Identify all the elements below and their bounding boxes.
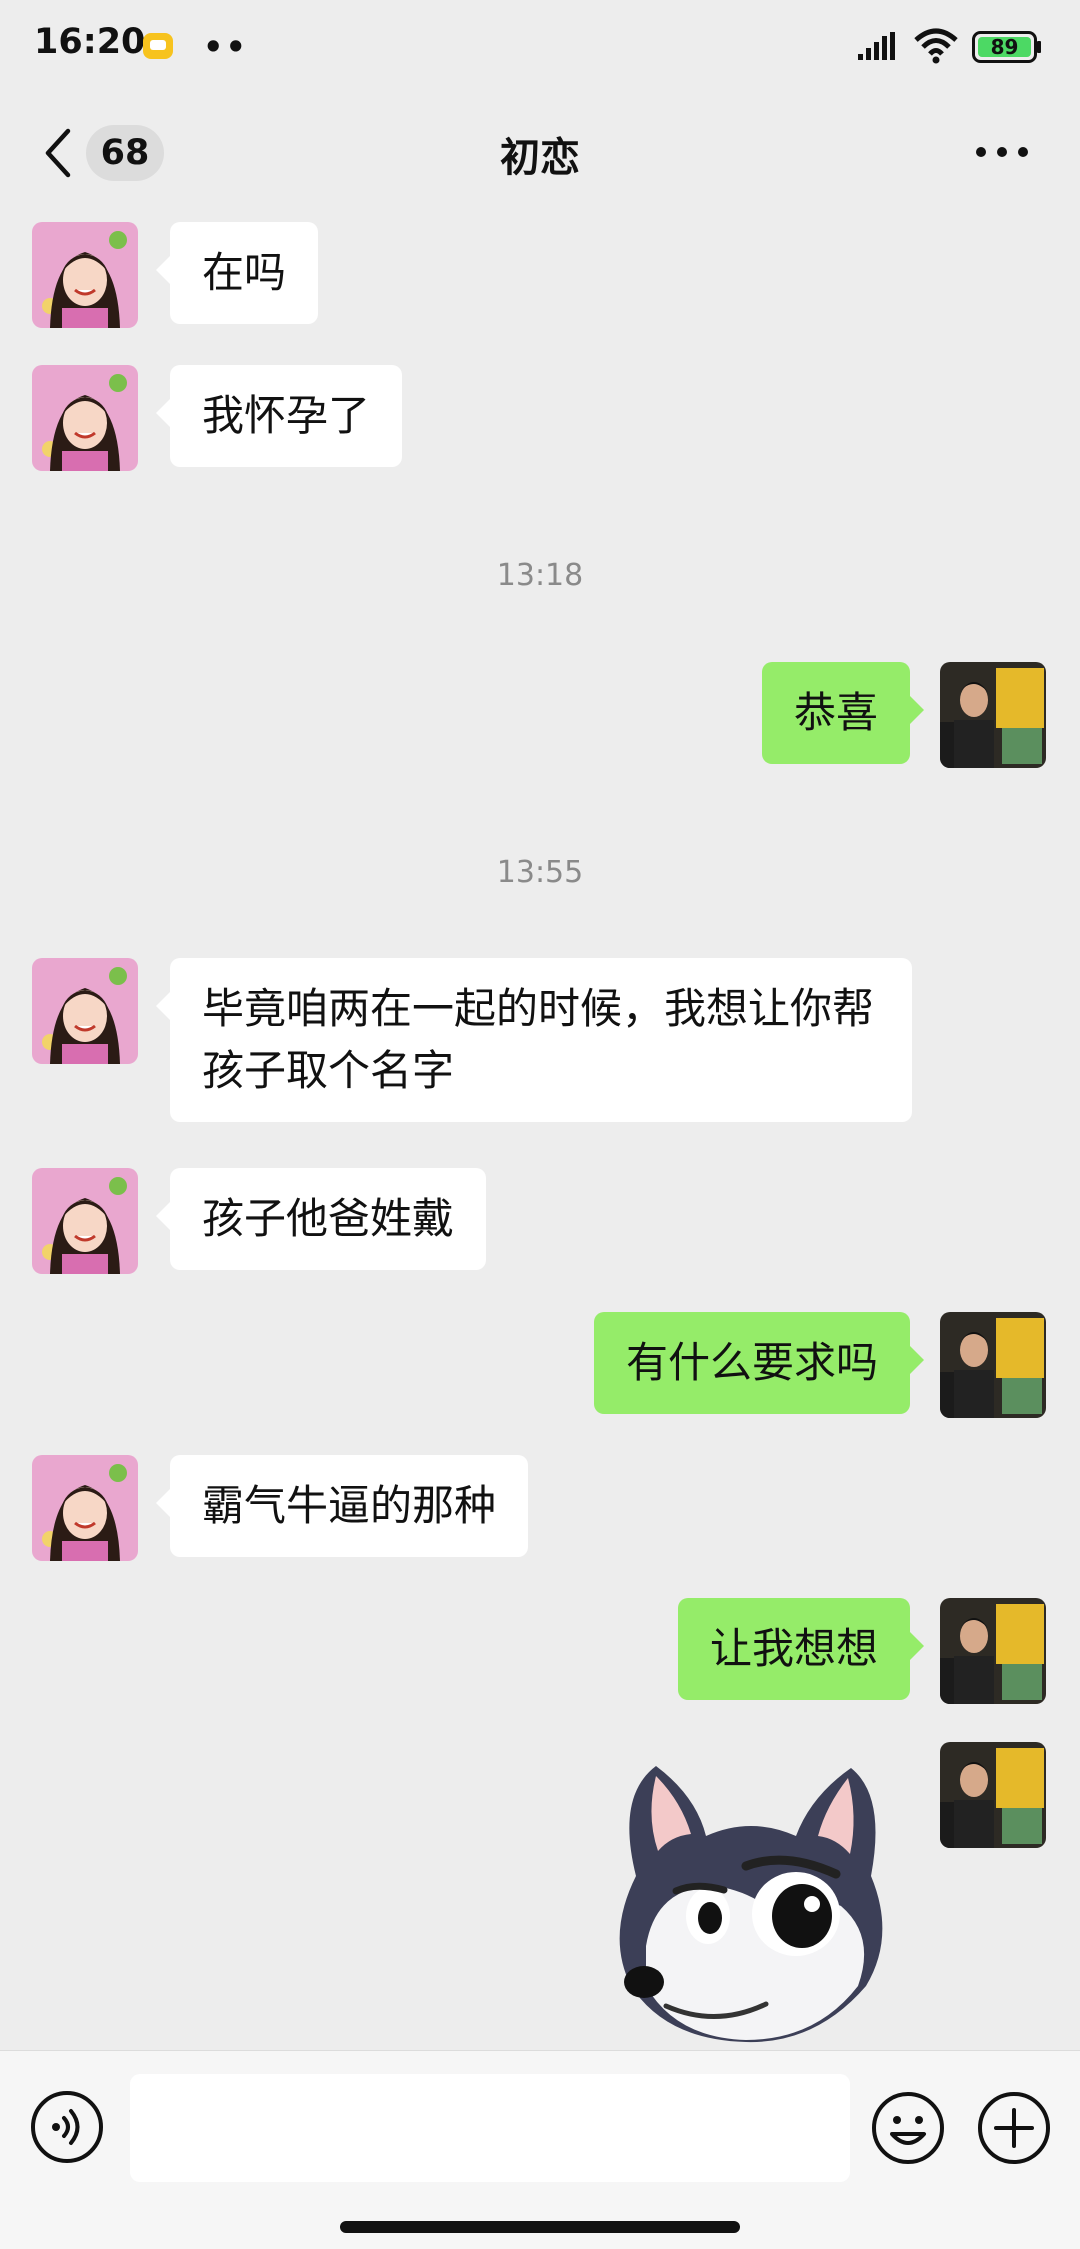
user-avatar[interactable]	[940, 1312, 1046, 1418]
signal-icon	[858, 32, 895, 60]
received-message[interactable]: 毕竟咱两在一起的时候，我想让你帮孩子取个名字	[156, 958, 912, 1122]
sent-message[interactable]: 有什么要求吗	[593, 1312, 925, 1414]
contact-avatar[interactable]	[32, 365, 138, 471]
sent-message[interactable]: 恭喜	[761, 662, 925, 764]
battery-icon: 89	[972, 31, 1042, 63]
home-indicator	[340, 2221, 740, 2233]
voice-icon[interactable]	[30, 2090, 104, 2164]
received-message[interactable]: 在吗	[155, 222, 319, 324]
received-message[interactable]: 霸气牛逼的那种	[155, 1455, 529, 1557]
timestamp: 13:18	[496, 558, 584, 593]
more-icon[interactable]	[975, 144, 1029, 160]
received-message[interactable]: 我怀孕了	[155, 365, 403, 467]
contact-avatar[interactable]	[32, 222, 138, 328]
sent-message[interactable]: 让我想想	[677, 1598, 925, 1700]
timestamp: 13:55	[496, 855, 584, 890]
status-time: 16:20	[34, 22, 146, 62]
dog-sticker[interactable]	[596, 1756, 906, 2046]
contact-avatar[interactable]	[32, 1455, 138, 1561]
user-avatar[interactable]	[940, 1598, 1046, 1704]
more-dots-icon: ••	[203, 28, 248, 66]
user-avatar[interactable]	[940, 662, 1046, 768]
message-notification-icon	[143, 33, 173, 59]
chat-title: 初恋	[500, 135, 580, 181]
plus-icon[interactable]	[976, 2090, 1052, 2166]
emoji-icon[interactable]	[870, 2090, 946, 2166]
contact-avatar[interactable]	[32, 1168, 138, 1274]
wifi-icon	[914, 28, 958, 64]
received-message[interactable]: 孩子他爸姓戴	[155, 1168, 487, 1270]
battery-level: 89	[990, 35, 1019, 59]
user-avatar[interactable]	[940, 1742, 1046, 1848]
contact-avatar[interactable]	[32, 958, 138, 1064]
message-input[interactable]	[130, 2074, 850, 2182]
